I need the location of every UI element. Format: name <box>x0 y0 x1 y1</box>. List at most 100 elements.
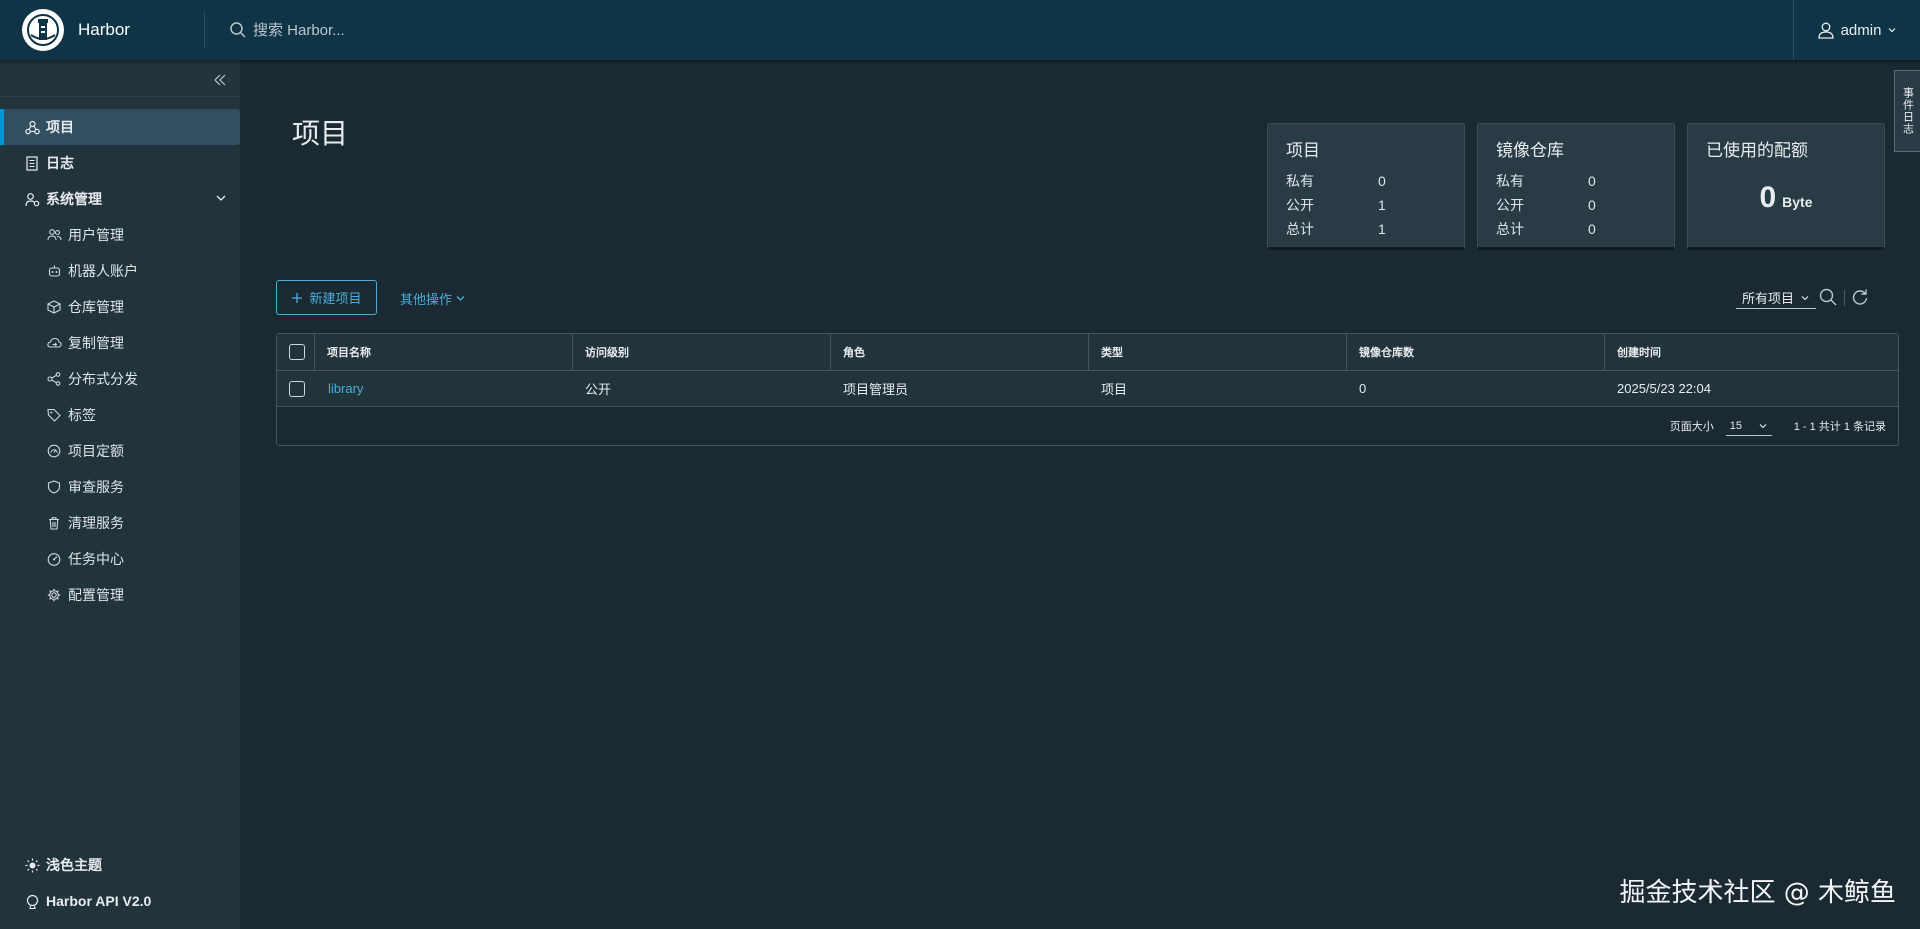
watermark: 掘金技术社区 @ 木鲸鱼 <box>1619 878 1896 908</box>
shield-icon <box>46 479 62 495</box>
main-content: 项目 项目 私有 0 公开 1 总计 1 镜像仓库 私有 0 公开 0 总计 0 <box>240 60 1920 929</box>
harbor-logo-icon <box>22 9 64 51</box>
sidebar-item-label: 用户管理 <box>68 227 124 243</box>
sidebar-item-configuration[interactable]: 配置管理 <box>0 577 240 613</box>
quota-summary-card: 已使用的配额 0 Byte <box>1687 123 1885 250</box>
select-all-cell <box>277 334 315 370</box>
username: admin <box>1840 21 1882 39</box>
quota-number: 0 <box>1759 181 1777 214</box>
column-header-access[interactable]: 访问级别 <box>573 334 831 370</box>
sidebar-item-labels[interactable]: 标签 <box>0 397 240 433</box>
new-project-label: 新建项目 <box>309 291 362 306</box>
card-title: 已使用的配额 <box>1706 141 1808 160</box>
sidebar-item-label: 标签 <box>68 407 96 423</box>
user-menu[interactable]: admin <box>1793 0 1920 60</box>
sidebar-item-label: 日志 <box>46 155 74 171</box>
quota-icon <box>46 443 62 459</box>
column-header-repo-count[interactable]: 镜像仓库数 <box>1347 334 1605 370</box>
card-row-value: 0 <box>1378 173 1386 189</box>
api-icon <box>24 893 40 909</box>
projects-summary-card: 项目 私有 0 公开 1 总计 1 <box>1267 123 1465 250</box>
sidebar-item-registries[interactable]: 仓库管理 <box>0 289 240 325</box>
sidebar-item-label: 审查服务 <box>68 479 124 495</box>
sidebar-divider <box>0 96 240 97</box>
sidebar-item-gc[interactable]: 清理服务 <box>0 505 240 541</box>
sidebar-item-quotas[interactable]: 项目定额 <box>0 433 240 469</box>
cell-created: 2025/5/23 22:04 <box>1617 381 1711 396</box>
card-row: 公开 0 <box>1496 193 1656 217</box>
search-icon <box>230 22 246 38</box>
sidebar-item-label: 分布式分发 <box>68 371 138 387</box>
search-icon <box>1819 288 1837 306</box>
project-filter-select[interactable]: 所有项目 <box>1736 287 1816 309</box>
card-row-label: 总计 <box>1496 221 1524 237</box>
cell-name: library <box>315 371 573 406</box>
card-row-label: 公开 <box>1496 197 1524 213</box>
sidebar-footer: 浅色主题 Harbor API V2.0 <box>0 847 240 929</box>
top-header: Harbor admin <box>0 0 1920 60</box>
column-header-created[interactable]: 创建时间 <box>1605 334 1898 370</box>
plus-icon <box>292 292 303 303</box>
sidebar-item-projects[interactable]: 项目 <box>0 109 240 145</box>
search-input[interactable] <box>253 21 553 39</box>
sidebar-item-users[interactable]: 用户管理 <box>0 217 240 253</box>
sidebar-item-label: 复制管理 <box>68 335 124 351</box>
admin-icon <box>24 191 40 207</box>
tag-icon <box>46 407 62 423</box>
sidebar-item-job-service[interactable]: 任务中心 <box>0 541 240 577</box>
quota-unit: Byte <box>1782 194 1813 210</box>
distribution-icon <box>46 371 62 387</box>
table-footer: 页面大小 15 1 - 1 共计 1 条记录 <box>277 407 1898 445</box>
sidebar-item-logs[interactable]: 日志 <box>0 145 240 181</box>
sidebar-item-interrogation[interactable]: 审查服务 <box>0 469 240 505</box>
new-project-button[interactable]: 新建项目 <box>276 280 377 315</box>
dashboard-icon <box>46 551 62 567</box>
users-icon <box>46 227 62 243</box>
row-select-cell <box>277 371 315 406</box>
registry-icon <box>46 299 62 315</box>
theme-toggle[interactable]: 浅色主题 <box>0 847 240 883</box>
card-row: 私有 0 <box>1286 169 1446 193</box>
sidebar-item-robot-accounts[interactable]: 机器人账户 <box>0 253 240 289</box>
user-icon <box>1817 22 1834 39</box>
global-search[interactable] <box>229 21 553 39</box>
refresh-button[interactable] <box>1850 287 1870 312</box>
table-search-button[interactable] <box>1818 287 1838 312</box>
card-row-label: 公开 <box>1286 197 1314 213</box>
page-size-select[interactable]: 15 <box>1725 416 1772 436</box>
brand[interactable]: Harbor <box>0 0 204 60</box>
api-explorer-link[interactable]: Harbor API V2.0 <box>0 883 240 919</box>
card-row-value: 1 <box>1378 197 1386 213</box>
column-header-type[interactable]: 类型 <box>1089 334 1347 370</box>
projects-icon <box>24 119 40 135</box>
replication-icon <box>46 335 62 351</box>
sidebar-item-label: 配置管理 <box>68 587 124 603</box>
page-size-value: 15 <box>1729 419 1742 432</box>
select-all-checkbox[interactable] <box>289 344 305 360</box>
project-link[interactable]: library <box>328 381 363 396</box>
sidebar-item-label: 任务中心 <box>68 551 124 567</box>
other-actions-dropdown[interactable]: 其他操作 <box>400 289 466 308</box>
card-row-value: 0 <box>1588 173 1596 189</box>
repositories-summary-card: 镜像仓库 私有 0 公开 0 总计 0 <box>1477 123 1675 250</box>
sidebar-item-distribution[interactable]: 分布式分发 <box>0 361 240 397</box>
other-actions-label: 其他操作 <box>400 292 453 307</box>
table-row: library 公开 项目管理员 项目 0 2025/5/23 22:04 <box>277 371 1898 407</box>
card-row: 总计 0 <box>1496 217 1656 241</box>
cell-access: 公开 <box>585 382 612 397</box>
sidebar-item-label: 系统管理 <box>46 191 102 207</box>
row-checkbox[interactable] <box>289 380 305 397</box>
card-row: 公开 1 <box>1286 193 1446 217</box>
column-header-role[interactable]: 角色 <box>831 334 1089 370</box>
toolbar-divider <box>1844 290 1845 306</box>
card-title: 项目 <box>1286 141 1320 160</box>
sidebar-item-label: 仓库管理 <box>68 299 124 315</box>
collapse-sidebar-button[interactable] <box>210 70 230 90</box>
column-header-name[interactable]: 项目名称 <box>315 334 573 370</box>
theme-toggle-label: 浅色主题 <box>46 857 102 873</box>
event-log-tab[interactable]: 事件日志 <box>1894 70 1920 152</box>
card-row-value: 0 <box>1588 197 1596 213</box>
page-size-label: 页面大小 <box>1669 421 1714 433</box>
sidebar-item-admin[interactable]: 系统管理 <box>0 181 240 217</box>
sidebar-item-replications[interactable]: 复制管理 <box>0 325 240 361</box>
